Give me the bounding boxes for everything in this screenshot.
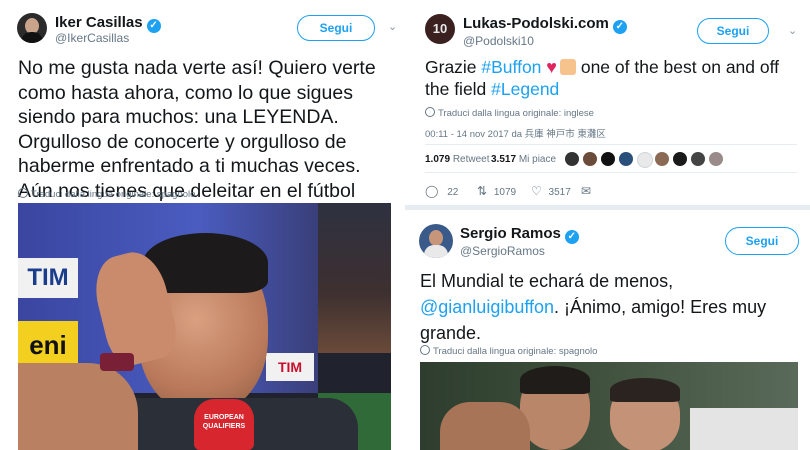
tweet-casillas: Iker Casillas ✓ @IkerCasillas Segui ⌄ No … [0, 0, 405, 450]
retweet-label: Retweet [452, 154, 490, 165]
tweet-text-prefix: Grazie [425, 57, 482, 77]
avatar[interactable] [17, 13, 47, 43]
retweet-action[interactable]: ⇅ 1079 [477, 184, 516, 198]
verified-icon: ✓ [612, 20, 627, 34]
author-name-text: Lukas-Podolski.com [463, 15, 609, 32]
player-hair [520, 366, 590, 394]
author-handle[interactable]: @Podolski10 [463, 34, 534, 48]
liker-avatar[interactable] [565, 152, 579, 166]
retweet-action-count: 1079 [493, 187, 517, 198]
author-name-text: Iker Casillas [55, 14, 143, 31]
reply-action[interactable]: ◯ 22 [425, 184, 458, 198]
translate-link[interactable]: Traduci dalla lingua originale: spagnolo [18, 188, 195, 200]
sponsor-tim-logo-2: TIM [266, 353, 314, 381]
hashtag-buffon[interactable]: #Buffon [481, 57, 541, 77]
retweet-count: 1.079 [425, 154, 451, 165]
liker-avatar[interactable] [619, 152, 633, 166]
tweet-podolski: 10 Lukas-Podolski.com ✓ @Podolski10 Segui… [405, 0, 810, 205]
globe-icon [420, 345, 430, 355]
follow-button[interactable]: Segui [725, 227, 799, 255]
like-label: Mi piace [518, 154, 557, 165]
retweet-icon: ⇅ [477, 184, 488, 198]
liker-avatar[interactable] [709, 152, 723, 166]
mic-text-1: EUROPEAN [204, 414, 244, 421]
heart-icon: ♡ [531, 184, 542, 198]
translate-text: Traduci dalla lingua originale: spagnolo [433, 346, 598, 357]
mention-buffon[interactable]: @gianluigibuffon [420, 297, 554, 317]
sponsor-tim-logo: TIM [18, 258, 78, 298]
author-handle[interactable]: @IkerCasillas [55, 31, 129, 45]
wristband [100, 353, 134, 371]
player-arm [18, 363, 138, 450]
reply-icon: ◯ [425, 184, 439, 198]
verified-icon: ✓ [564, 230, 579, 244]
separator [425, 172, 797, 173]
liker-avatar[interactable] [601, 152, 615, 166]
author-name[interactable]: Sergio Ramos ✓ [460, 225, 579, 244]
liker-avatar[interactable] [655, 152, 669, 166]
mic-text-2: QUALIFIERS [202, 423, 246, 430]
author-name-text: Sergio Ramos [460, 225, 561, 242]
verified-icon: ✓ [146, 19, 161, 33]
tweet-text: Grazie #Buffon ♥ one of the best on and … [425, 56, 797, 100]
author-name[interactable]: Lukas-Podolski.com ✓ [463, 15, 627, 34]
follow-button[interactable]: Segui [297, 15, 375, 41]
sponsor-eni-logo: eni [18, 321, 78, 369]
avatar[interactable]: 10 [425, 14, 455, 44]
heart-emoji: ♥ [546, 57, 557, 77]
like-count: 3.517 [491, 154, 517, 165]
hashtag-legend[interactable]: #Legend [491, 79, 559, 99]
chevron-down-icon[interactable]: ⌄ [788, 24, 797, 37]
microphone: EUROPEAN QUALIFIERS [194, 399, 254, 450]
like-action[interactable]: ♡ 3517 [531, 184, 571, 198]
follow-button[interactable]: Segui [697, 18, 769, 44]
globe-icon [18, 188, 28, 198]
player-hair-2 [610, 378, 680, 402]
player-shirt [690, 408, 798, 450]
player-arm [440, 402, 530, 450]
separator [425, 144, 797, 145]
translate-text: Traduci dalla lingua originale: inglese [438, 108, 594, 119]
reply-count: 22 [447, 187, 459, 198]
tweet-timestamp[interactable]: 00:11 - 14 nov 2017 da 兵庫 神戸市 東灘区 [425, 126, 606, 140]
tweet-text: No me gusta nada verte así! Quiero verte… [18, 57, 376, 226]
message-action[interactable]: ✉ [581, 184, 591, 198]
tweet-text-line1: El Mundial te echará de menos, [420, 271, 674, 291]
tweet-text: El Mundial te echará de menos, @gianluig… [420, 268, 802, 346]
translate-link[interactable]: Traduci dalla lingua originale: spagnolo [420, 345, 597, 357]
liker-avatar[interactable] [691, 152, 705, 166]
author-handle[interactable]: @SergioRamos [460, 244, 545, 258]
translate-link[interactable]: Traduci dalla lingua originale: inglese [425, 107, 594, 119]
liker-avatar[interactable] [637, 152, 653, 168]
tweet-ramos: Sergio Ramos ✓ @SergioRamos Segui El Mund… [405, 210, 810, 450]
avatar[interactable] [419, 224, 453, 258]
retweet-stat[interactable]: 1.079 Retweet [425, 154, 490, 165]
tweet-photo[interactable] [420, 362, 798, 450]
thumbs-up-emoji [559, 59, 576, 75]
mail-icon: ✉ [581, 184, 592, 198]
like-stat[interactable]: 3.517 Mi piace [491, 154, 556, 165]
chevron-down-icon[interactable]: ⌄ [388, 20, 397, 33]
liker-avatar[interactable] [583, 152, 597, 166]
tweet-photo[interactable]: TIM eni TIM EUROPEAN QUALIFIERS [18, 203, 391, 450]
translate-text: Traduci dalla lingua originale: spagnolo [31, 189, 196, 200]
like-action-count: 3517 [548, 187, 571, 198]
liker-avatar[interactable] [673, 152, 687, 166]
globe-icon [425, 107, 435, 117]
